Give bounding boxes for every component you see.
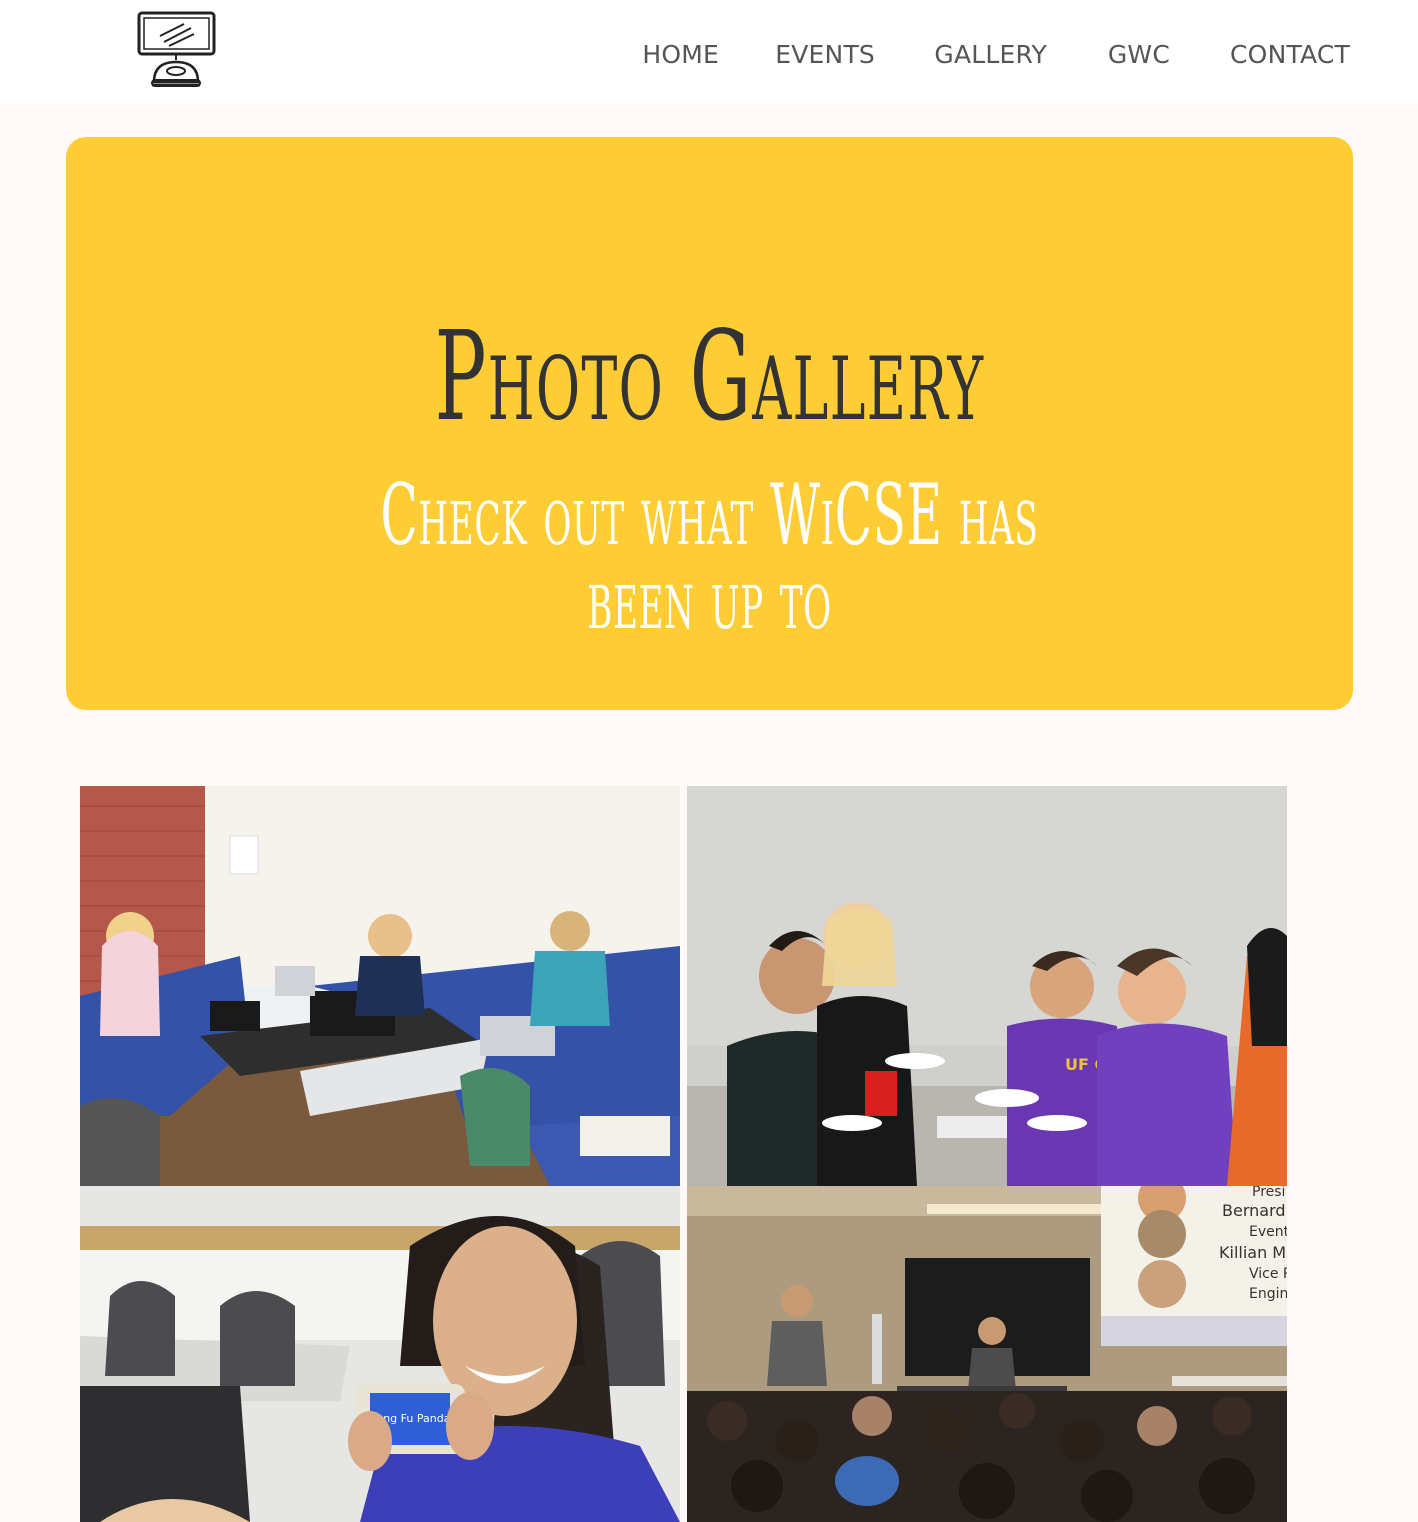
slide-line-4: Killian M <box>1219 1243 1286 1262</box>
gallery-photo-pizza-social[interactable]: UF GK <box>687 786 1287 1186</box>
slide-line-1: Presi <box>1252 1186 1285 1200</box>
site-header: HOME EVENTS GALLERY GWC CONTACT <box>0 0 1418 104</box>
gallery-photo-presentation[interactable]: Presi Bernard Event Killian M Vice P Eng… <box>687 1186 1287 1522</box>
page-subtitle: Check out what WiCSE has been up to <box>380 466 1039 648</box>
computer-logo-icon[interactable] <box>136 10 218 92</box>
nav-gallery[interactable]: GALLERY <box>934 40 1047 69</box>
gallery-photo-phone-demo[interactable]: Kung Fu Panda <box>80 1186 680 1522</box>
nav-contact[interactable]: CONTACT <box>1230 40 1350 69</box>
nav-gwc[interactable]: GWC <box>1108 40 1170 69</box>
slide-line-2: Bernard <box>1222 1201 1286 1220</box>
slide-line-6: Engin <box>1249 1286 1287 1302</box>
slide-line-3: Event <box>1249 1224 1287 1240</box>
nav-events[interactable]: EVENTS <box>775 40 875 69</box>
hero-banner: Photo Gallery Check out what WiCSE has b… <box>66 137 1353 710</box>
page-title: Photo Gallery <box>434 305 985 449</box>
slide-line-5: Vice P <box>1249 1266 1287 1282</box>
nav-home[interactable]: HOME <box>642 40 719 69</box>
gallery-photo-study-room[interactable] <box>80 786 680 1186</box>
